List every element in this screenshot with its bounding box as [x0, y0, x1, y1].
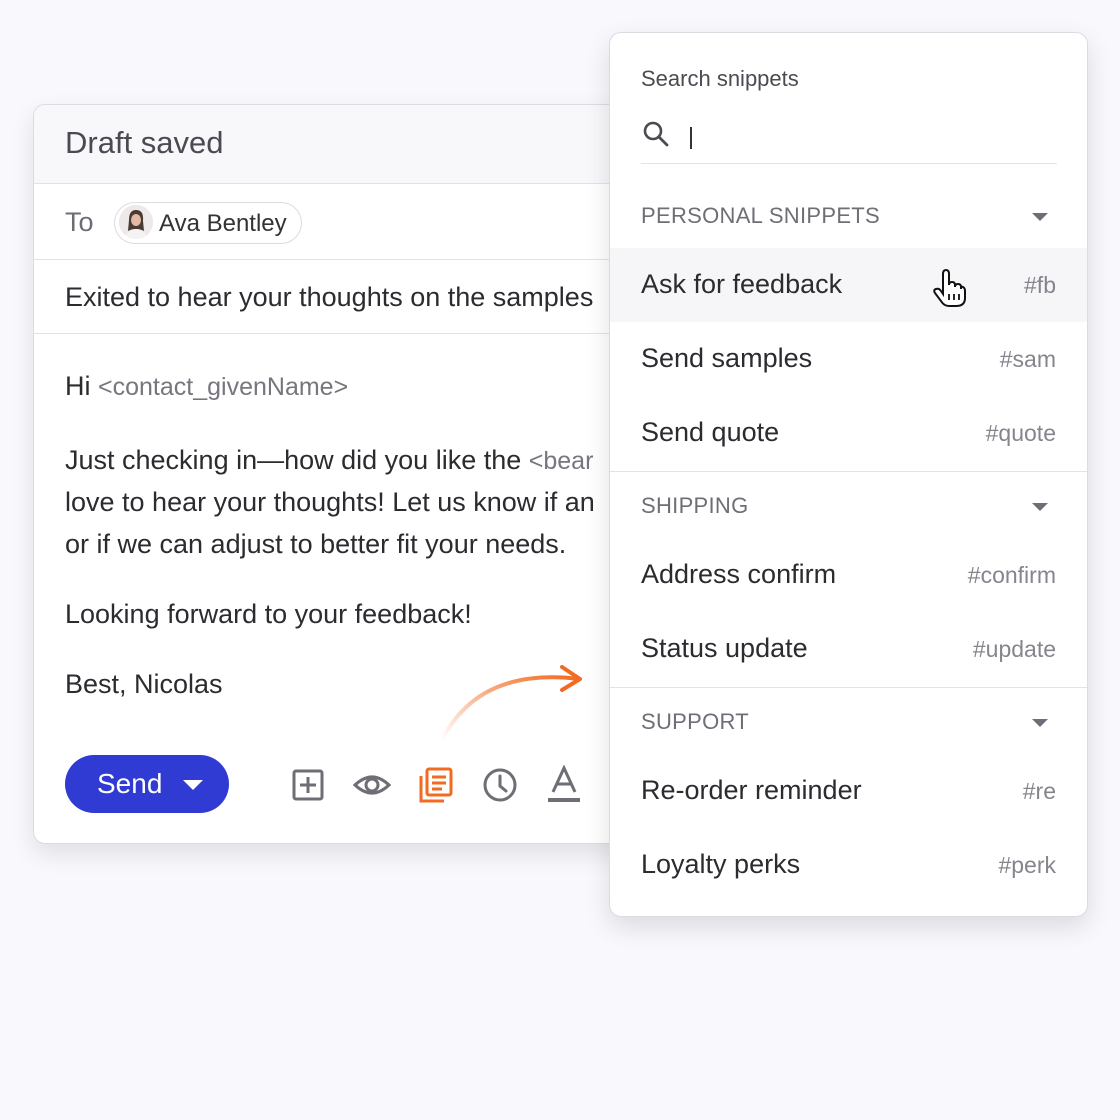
snippet-shortcut: #confirm: [967, 562, 1056, 588]
snippet-status-update[interactable]: Status update #update: [610, 612, 1087, 686]
snippets-icon[interactable]: [416, 765, 456, 805]
section-title: SHIPPING: [641, 493, 749, 518]
recipient-chip[interactable]: Ava Bentley: [114, 202, 302, 244]
chevron-down-icon[interactable]: [183, 780, 203, 790]
snippet-send-quote[interactable]: Send quote #quote: [610, 396, 1087, 470]
section-shipping[interactable]: SHIPPING: [610, 475, 1087, 535]
snippet-shortcut: #perk: [998, 852, 1056, 878]
snippet-name: Re-order reminder: [641, 775, 862, 805]
body-line-1: Just checking in—how did you like the <b…: [65, 445, 674, 476]
section-divider: [610, 687, 1087, 688]
snippet-ask-for-feedback[interactable]: Ask for feedback #fb: [610, 248, 1087, 322]
greeting-text: Hi: [65, 371, 91, 401]
email-composer: Draft saved To Ava Bentley Exited to hea…: [33, 104, 675, 844]
snippet-loyalty-perks[interactable]: Loyalty perks #perk: [610, 828, 1087, 902]
search-icon: [643, 121, 669, 147]
subject-field[interactable]: Exited to hear your thoughts on the samp…: [65, 282, 593, 313]
composer-header: Draft saved: [34, 105, 674, 184]
body-line-1-placeholder: <bear: [528, 447, 594, 475]
insert-plus-icon[interactable]: [288, 765, 328, 805]
pointer-arrow-icon: [440, 665, 582, 742]
schedule-clock-icon[interactable]: [480, 765, 520, 805]
subject-row[interactable]: Exited to hear your thoughts on the samp…: [34, 260, 674, 334]
snippet-shortcut: #quote: [985, 420, 1056, 446]
snippet-name: Send quote: [641, 417, 780, 447]
greeting-placeholder: <contact_givenName>: [98, 373, 349, 401]
snippet-name: Address confirm: [641, 559, 837, 589]
text-caret: [690, 127, 692, 149]
section-support[interactable]: SUPPORT: [610, 691, 1087, 751]
section-title: PERSONAL SNIPPETS: [641, 203, 881, 228]
snippet-shortcut: #re: [1022, 778, 1056, 804]
greeting-line: Hi <contact_givenName>: [65, 371, 674, 402]
send-label: Send: [97, 768, 163, 799]
snippet-shortcut: #update: [972, 636, 1056, 662]
search-input[interactable]: [689, 119, 1053, 153]
body-line-4: Looking forward to your feedback!: [65, 599, 472, 629]
chevron-down-icon[interactable]: [1032, 503, 1048, 511]
snippet-shortcut: #sam: [999, 346, 1056, 372]
recipient-name: Ava Bentley: [159, 210, 287, 237]
snippet-name: Ask for feedback: [641, 269, 843, 299]
chevron-down-icon[interactable]: [1032, 719, 1048, 727]
snippet-send-samples[interactable]: Send samples #sam: [610, 322, 1087, 396]
body-line-1-text: Just checking in—how did you like the: [65, 445, 522, 475]
snippet-name: Status update: [641, 633, 808, 663]
avatar: [119, 205, 153, 239]
to-label: To: [65, 207, 94, 237]
section-title: SUPPORT: [641, 709, 750, 734]
snippet-re-order-reminder[interactable]: Re-order reminder #re: [610, 754, 1087, 828]
snippet-name: Send samples: [641, 343, 813, 373]
send-button[interactable]: Send: [65, 755, 229, 813]
recipient-row: To Ava Bentley: [34, 184, 674, 260]
section-personal-snippets[interactable]: PERSONAL SNIPPETS: [610, 185, 1087, 245]
snippet-address-confirm[interactable]: Address confirm #confirm: [610, 538, 1087, 612]
snippets-dropdown: Search snippets PERSONAL SNIPPETS Ask fo…: [609, 32, 1088, 917]
text-format-icon[interactable]: [544, 764, 584, 805]
preview-eye-icon[interactable]: [352, 765, 392, 805]
body-line-2: love to hear your thoughts! Let us know …: [65, 487, 595, 517]
section-divider: [610, 471, 1087, 472]
search-snippets-label: Search snippets: [641, 66, 799, 91]
body-line-3: or if we can adjust to better fit your n…: [65, 529, 567, 559]
chevron-down-icon[interactable]: [1032, 213, 1048, 221]
draft-status-title: Draft saved: [65, 125, 224, 160]
search-row: [641, 113, 1057, 164]
hand-pointer-icon: [933, 268, 966, 307]
snippet-name: Loyalty perks: [641, 849, 801, 879]
snippet-shortcut: #fb: [1024, 272, 1056, 298]
